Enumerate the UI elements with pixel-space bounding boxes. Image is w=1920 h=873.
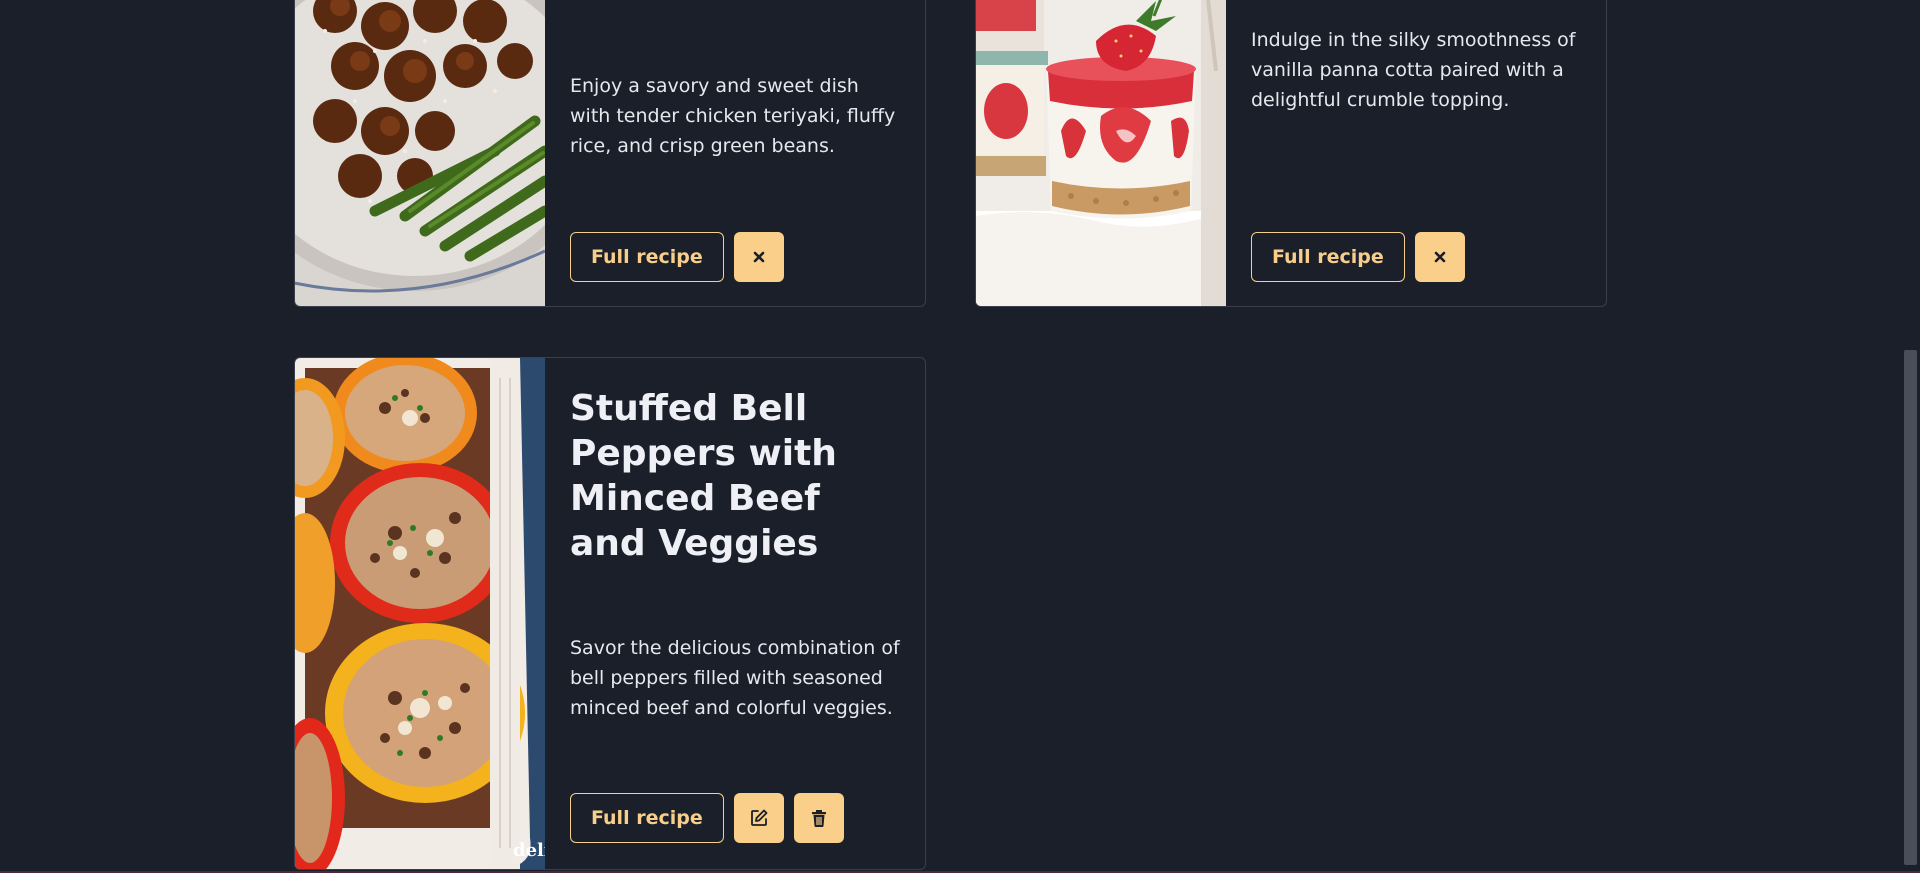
recipes-page: Enjoy a savory and sweet dish with tende… [0, 0, 1920, 873]
recipe-actions: Full recipe [570, 232, 784, 282]
recipe-card: Indulge in the silky smoothness of vanil… [975, 0, 1607, 307]
recipe-description: Indulge in the silky smoothness of vanil… [1251, 29, 1576, 111]
recipe-card: Enjoy a savory and sweet dish with tende… [294, 0, 926, 307]
recipe-image-panna-cotta [976, 0, 1226, 306]
full-recipe-button[interactable]: Full recipe [570, 232, 724, 282]
delete-button[interactable] [793, 793, 844, 843]
image-watermark: deli [513, 840, 545, 861]
edit-button[interactable] [733, 793, 784, 843]
close-icon [753, 251, 765, 263]
remove-button[interactable] [733, 232, 784, 282]
edit-icon [750, 809, 768, 826]
scrollbar-thumb[interactable] [1904, 350, 1917, 865]
full-recipe-button[interactable]: Full recipe [1251, 232, 1405, 282]
recipe-image-stuffed-peppers: deli [295, 358, 545, 869]
recipe-card-body: Stuffed Bell Peppers with Minced Beef an… [545, 358, 925, 869]
recipe-image-chicken-teriyaki [295, 0, 545, 306]
recipe-description: Enjoy a savory and sweet dish with tende… [570, 75, 896, 157]
recipe-actions: Full recipe [570, 793, 844, 843]
recipe-description: Savor the delicious combination of bell … [570, 637, 900, 719]
remove-button[interactable] [1414, 232, 1465, 282]
recipe-card: deli Stuffed Bell Peppers with Minced Be… [294, 357, 926, 870]
full-recipe-button[interactable]: Full recipe [570, 793, 724, 843]
page-scrollbar[interactable] [1901, 0, 1920, 873]
recipe-title: Stuffed Bell Peppers with Minced Beef an… [570, 388, 837, 564]
recipe-actions: Full recipe [1251, 232, 1465, 282]
recipe-card-body: Indulge in the silky smoothness of vanil… [1226, 0, 1606, 306]
close-icon [1434, 251, 1446, 263]
trash-icon [811, 810, 826, 827]
recipe-card-body: Enjoy a savory and sweet dish with tende… [545, 0, 925, 306]
